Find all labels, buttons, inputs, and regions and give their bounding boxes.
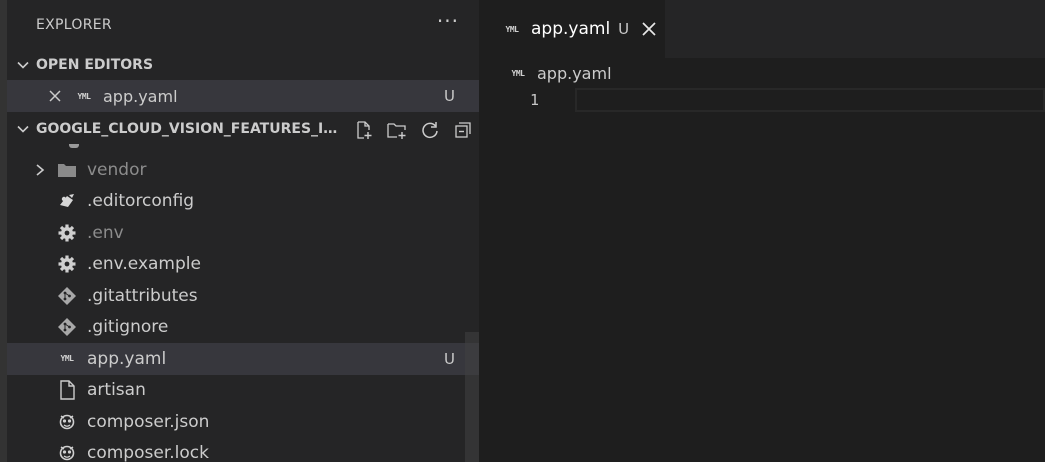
explorer-title: EXPLORER: [36, 17, 112, 33]
tree-item-label: composer.json: [87, 411, 210, 432]
close-icon[interactable]: [639, 19, 659, 39]
tree-item-label: app.yaml: [87, 348, 167, 369]
tree-item-composer-lock[interactable]: composer.lock: [7, 438, 479, 462]
untracked-badge: U: [444, 349, 455, 368]
tree-item-gitignore[interactable]: .gitignore: [7, 312, 479, 344]
tree-item-label: .gitattributes: [87, 285, 198, 306]
tree-item-label: .env: [87, 222, 124, 243]
line-number: 1: [529, 91, 539, 109]
tree-item-label: vendor: [87, 159, 147, 180]
more-actions-icon[interactable]: ···: [437, 11, 459, 39]
tree-item-app-yaml[interactable]: YML app.yaml U: [7, 343, 479, 375]
yaml-icon: YML: [77, 91, 91, 101]
yaml-icon: YML: [505, 24, 519, 34]
project-header[interactable]: GOOGLE_CLOUD_VISION_FEATURES_IN...: [7, 114, 479, 144]
yaml-icon: YML: [511, 68, 525, 78]
tab-label: app.yaml: [531, 19, 611, 39]
untracked-badge: U: [444, 87, 455, 105]
chevron-down-icon: [13, 122, 33, 136]
composer-icon: [56, 411, 78, 433]
tree-item-env[interactable]: .env: [7, 217, 479, 249]
breadcrumb: YML app.yaml: [487, 58, 1045, 88]
editor-tab-bar: YML app.yaml U: [487, 0, 1045, 58]
tree-item-label: composer.lock: [87, 443, 209, 462]
explorer-sidebar: EXPLORER ··· OPEN EDITORS YML app.yaml U…: [7, 0, 479, 462]
tree-item-label: artisan: [87, 380, 146, 401]
tree-item-env-example[interactable]: .env.example: [7, 249, 479, 281]
open-editor-item[interactable]: YML app.yaml U: [7, 80, 479, 112]
new-file-icon[interactable]: [352, 118, 376, 142]
file-icon: [56, 379, 78, 401]
open-editors-header[interactable]: OPEN EDITORS: [7, 50, 479, 80]
tree-item-label: .editorconfig: [87, 191, 195, 212]
vscode-window: EXPLORER ··· OPEN EDITORS YML app.yaml U…: [0, 0, 1045, 462]
refresh-icon[interactable]: [418, 118, 442, 142]
sidebar-divider[interactable]: [479, 0, 487, 462]
editor-area: YML app.yaml U YML app.yaml 1: [487, 0, 1045, 462]
folder-icon: [56, 159, 78, 181]
composer-icon: [56, 442, 78, 462]
clipped-item-icon: [69, 144, 79, 148]
gear-icon: [56, 253, 78, 275]
tree-item-label: .env.example: [87, 254, 201, 275]
project-actions: [352, 118, 475, 142]
tree-item-artisan[interactable]: artisan: [7, 375, 479, 407]
breadcrumb-item[interactable]: app.yaml: [537, 64, 612, 83]
tab-app-yaml[interactable]: YML app.yaml U: [487, 0, 665, 58]
chevron-right-icon: [32, 160, 48, 180]
tree-overflow-edge: [7, 144, 479, 154]
new-folder-icon[interactable]: [385, 118, 409, 142]
tree-item-gitattributes[interactable]: .gitattributes: [7, 280, 479, 312]
git-icon: [56, 285, 78, 307]
sidebar-scrollbar-thumb[interactable]: [465, 332, 479, 462]
tree-item-label: .gitignore: [87, 317, 169, 338]
tree-item-editorconfig[interactable]: .editorconfig: [7, 186, 479, 218]
untracked-badge: U: [618, 20, 630, 38]
git-icon: [56, 316, 78, 338]
open-editor-filename: app.yaml: [103, 86, 178, 106]
chevron-down-icon: [13, 58, 33, 72]
tree-item-vendor[interactable]: vendor: [7, 154, 479, 186]
current-line-highlight[interactable]: [575, 88, 1045, 112]
tree-item-composer-json[interactable]: composer.json: [7, 406, 479, 438]
open-editors-label: OPEN EDITORS: [36, 57, 154, 73]
file-tree: vendor .editorconfig .env .env.example .…: [7, 154, 479, 462]
explorer-header: EXPLORER ···: [7, 0, 479, 50]
close-icon[interactable]: [45, 89, 65, 103]
activity-bar-edge: [0, 0, 7, 462]
gear-icon: [56, 222, 78, 244]
editorconfig-icon: [56, 190, 78, 212]
yaml-icon: YML: [60, 354, 74, 364]
collapse-all-icon[interactable]: [451, 118, 475, 142]
code-line: 1: [487, 88, 1045, 112]
project-label: GOOGLE_CLOUD_VISION_FEATURES_IN...: [36, 121, 341, 137]
